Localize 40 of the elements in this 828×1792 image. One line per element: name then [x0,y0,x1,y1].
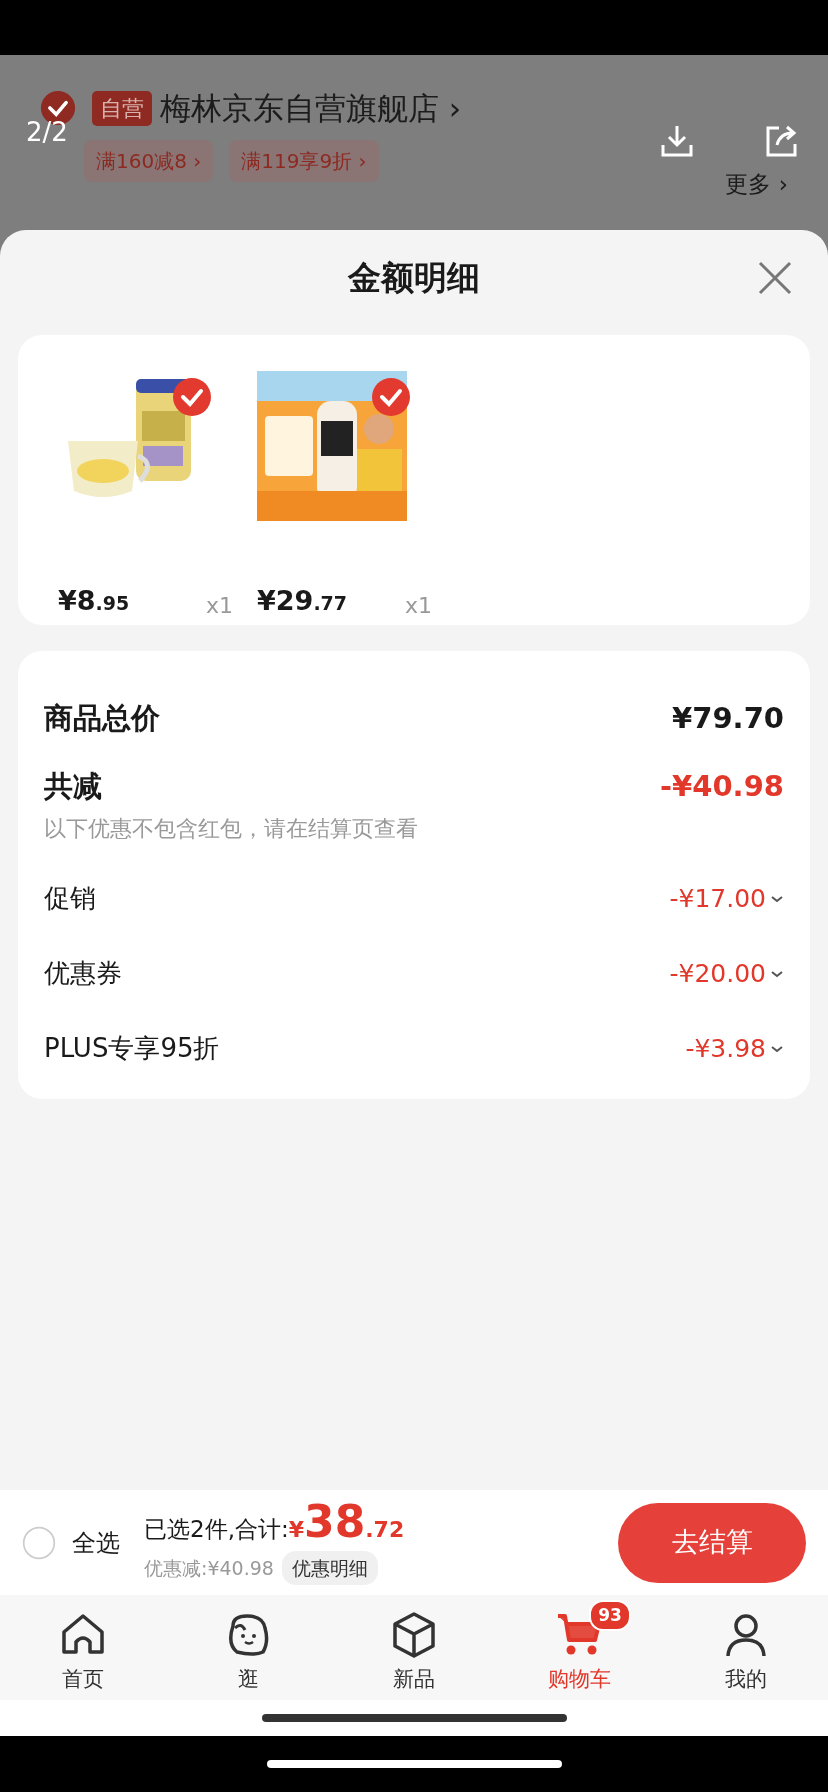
quantity: x1 [205,591,233,620]
quantity: x1 [404,591,432,620]
discount-amount: -¥3.98 [685,1032,766,1065]
tab-item[interactable]: 我的 [663,1599,828,1696]
discount-amount: -¥40.98 [660,767,784,805]
download-icon[interactable] [659,123,695,159]
discount-amount: -¥17.00 [669,882,766,915]
checkout-button[interactable]: 去结算 [618,1502,806,1583]
close-icon[interactable] [757,260,793,296]
page-indicator: 2/2 [26,116,68,149]
product-price: ¥29.77 [257,584,348,618]
discount-note: 以下优惠不包含红包，请在结算页查看 [44,815,419,843]
checkbox[interactable] [172,377,212,417]
discount-label: 优惠券 [44,957,122,990]
discount-label: PLUS专享95折 [44,1032,220,1065]
discount-amount: -¥20.00 [669,957,766,990]
tab-item[interactable]: 购物车 93 [497,1599,663,1696]
tab-item[interactable]: 首页 [0,1599,165,1696]
total-amount: ¥38.72 [288,1500,405,1546]
discount-label: 共减 [44,767,102,805]
tab-item[interactable]: 逛 [165,1599,331,1696]
discount-label: 促销 [44,882,96,915]
product-price: ¥8.95 [58,584,130,618]
discount-details-button[interactable]: 优惠明细 [281,1550,378,1585]
more-link[interactable]: 更多 › [725,167,788,202]
chevron-down-icon[interactable] [770,1043,784,1054]
selected-summary: 已选2件,合计: [144,1515,289,1544]
radio-button[interactable] [22,1525,56,1560]
checkbox[interactable] [371,377,411,417]
store-name[interactable]: 梅林京东自营旗舰店 › [160,85,462,132]
sheet-title: 金额明细 [348,256,480,299]
total-label: 商品总价 [44,700,160,737]
chevron-down-icon[interactable] [770,893,784,904]
total-amount: ¥79.70 [672,700,784,737]
tab-item[interactable]: 新品 [331,1599,497,1696]
discount-summary: 优惠减:¥40.98 [144,1555,274,1581]
chevron-down-icon[interactable] [770,968,784,979]
count-badge: 93 [589,1599,631,1632]
store-badge: 自营 [92,90,152,126]
select-all-label[interactable]: 全选 [72,1524,120,1561]
